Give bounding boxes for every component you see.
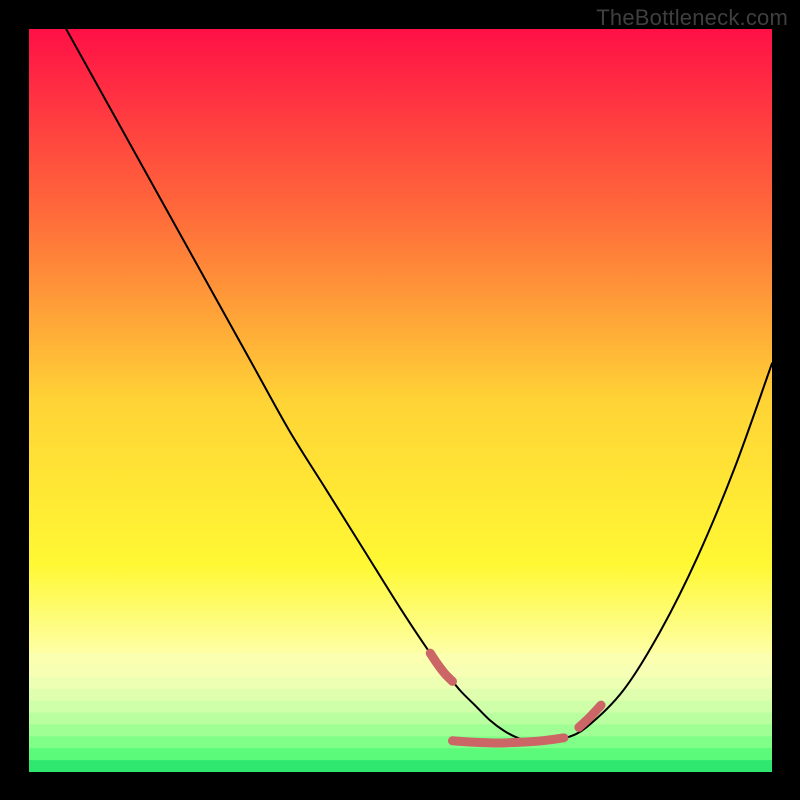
chart-area <box>29 29 772 772</box>
bottom-band <box>29 713 772 725</box>
bottom-band <box>29 689 772 701</box>
bottom-band <box>29 665 772 677</box>
bottom-band <box>29 701 772 713</box>
bottom-band <box>29 736 772 748</box>
bottom-band <box>29 724 772 736</box>
bottom-band <box>29 677 772 689</box>
chart-svg <box>29 29 772 772</box>
bottom-band <box>29 748 772 760</box>
bottom-band <box>29 653 772 665</box>
watermark-text: TheBottleneck.com <box>596 5 788 31</box>
bottom-band <box>29 760 772 772</box>
series-highlight-bottom <box>453 738 564 743</box>
